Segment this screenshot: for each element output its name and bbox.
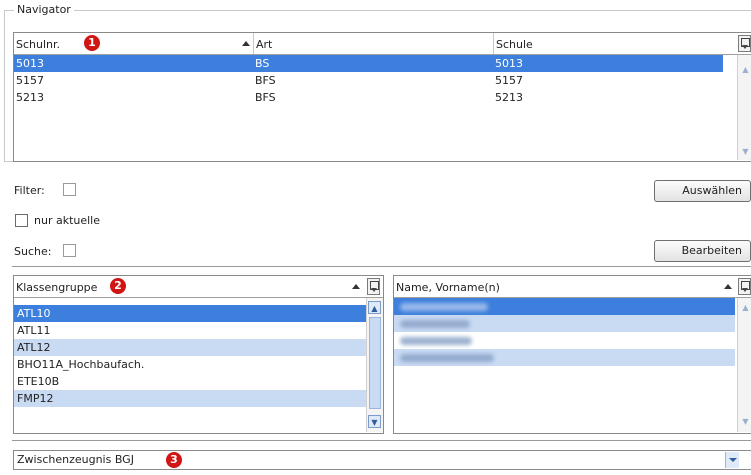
cell-schulnr: 5013 [16, 57, 44, 70]
table-row[interactable]: 5157 BFS 5157 [14, 72, 723, 89]
klassengruppe-label: ETE10B [17, 375, 60, 388]
section-divider [12, 266, 751, 267]
callout-badge-3: 3 [166, 452, 182, 468]
cell-schule: 5157 [495, 74, 523, 87]
column-header-schule[interactable]: Schule [493, 33, 737, 54]
column-header-name-label: Name, Vorname(n) [396, 281, 500, 294]
nur-aktuelle-checkbox[interactable] [15, 214, 28, 227]
klassengruppe-label: ATL11 [17, 324, 51, 337]
zeugnis-select-value: Zwischenzeugnis BGJ [17, 453, 134, 466]
scroll-down-icon[interactable]: ▼ [739, 415, 751, 428]
school-table-header: Schulnr. Art Schule [14, 33, 751, 55]
klassengruppe-label: ATL12 [17, 341, 51, 354]
list-item[interactable]: ATL10 [14, 305, 366, 322]
column-header-schule-label: Schule [496, 38, 533, 51]
blurred-name [400, 303, 488, 311]
section-divider [12, 440, 751, 441]
klassengruppe-label: ATL10 [17, 307, 51, 320]
callout-badge-2: 2 [110, 278, 126, 294]
school-table[interactable]: Schulnr. Art Schule 5013 BS 5013 5157 BF… [13, 32, 751, 162]
cell-schulnr: 5157 [16, 74, 44, 87]
klassengruppe-list[interactable]: Klassengruppe ATL10 ATL11 ATL12 BHO11A_H… [13, 275, 384, 434]
suche-input[interactable] [63, 244, 76, 257]
list-item[interactable]: ATL11 [14, 322, 366, 339]
sort-ascending-icon [724, 284, 732, 289]
scroll-down-icon[interactable]: ▼ [739, 145, 751, 158]
school-table-scrollbar[interactable]: ▲ ▼ [737, 55, 751, 160]
scroll-down-icon[interactable]: ▼ [368, 415, 381, 428]
blurred-name [400, 354, 494, 362]
klassengruppe-scrollbar[interactable]: ▲ ▼ [366, 298, 383, 432]
column-header-schulnr-label: Schulnr. [16, 38, 61, 51]
chevron-down-icon[interactable] [725, 452, 739, 468]
column-chooser-icon[interactable] [738, 35, 751, 52]
list-item[interactable] [394, 332, 735, 349]
column-chooser-icon[interactable] [367, 278, 380, 295]
scroll-up-icon[interactable]: ▲ [368, 301, 381, 314]
table-row[interactable]: 5213 BFS 5213 [14, 89, 723, 106]
klassengruppe-label: BHO11A_Hochbaufach. [17, 358, 145, 371]
students-header: Name, Vorname(n) [394, 276, 751, 298]
list-item[interactable] [394, 298, 735, 315]
cell-schulnr: 5213 [16, 91, 44, 104]
list-item[interactable]: ETE10B [14, 373, 366, 390]
list-item[interactable]: BHO11A_Hochbaufach. [14, 356, 366, 373]
list-item[interactable] [394, 349, 735, 366]
column-header-klassengruppe-label: Klassengruppe [16, 281, 98, 294]
klassengruppe-label: FMP12 [17, 392, 54, 405]
scrollbar-thumb[interactable] [369, 317, 381, 409]
table-row[interactable]: 5013 BS 5013 [14, 55, 723, 72]
cell-art: BFS [255, 91, 276, 104]
filter-checkbox[interactable] [63, 183, 76, 196]
list-item[interactable]: FMP12 [14, 390, 366, 407]
navigator-title: Navigator [14, 3, 74, 16]
suche-label: Suche: [14, 245, 52, 258]
sort-ascending-icon [242, 41, 250, 46]
column-header-art-label: Art [256, 38, 273, 51]
sort-ascending-icon [352, 284, 360, 289]
cell-schule: 5013 [495, 57, 523, 70]
list-item[interactable]: ATL12 [14, 339, 366, 356]
list-item[interactable] [394, 315, 735, 332]
cell-art: BS [255, 57, 270, 70]
column-header-name[interactable]: Name, Vorname(n) [394, 276, 737, 297]
column-header-schulnr[interactable]: Schulnr. [14, 33, 253, 54]
blurred-name [400, 337, 472, 345]
scroll-up-icon[interactable]: ▲ [739, 63, 751, 76]
cell-art: BFS [255, 74, 276, 87]
nur-aktuelle-label: nur aktuelle [34, 214, 101, 227]
column-header-art[interactable]: Art [253, 33, 493, 54]
klassengruppe-header: Klassengruppe [14, 276, 383, 298]
students-scrollbar[interactable]: ▲ ▼ [737, 298, 751, 432]
callout-badge-1: 1 [84, 35, 100, 51]
filter-label: Filter: [14, 184, 45, 197]
students-list[interactable]: Name, Vorname(n) ▲ ▼ [393, 275, 751, 434]
blurred-name [400, 320, 470, 328]
column-header-klassengruppe[interactable]: Klassengruppe [14, 276, 366, 297]
zeugnis-select[interactable]: Zwischenzeugnis BGJ [13, 450, 751, 470]
cell-schule: 5213 [495, 91, 523, 104]
column-chooser-icon[interactable] [738, 278, 751, 295]
auswaehlen-button[interactable]: Auswählen [654, 180, 751, 202]
scroll-up-icon[interactable]: ▲ [739, 301, 751, 314]
bearbeiten-button[interactable]: Bearbeiten [654, 240, 751, 262]
